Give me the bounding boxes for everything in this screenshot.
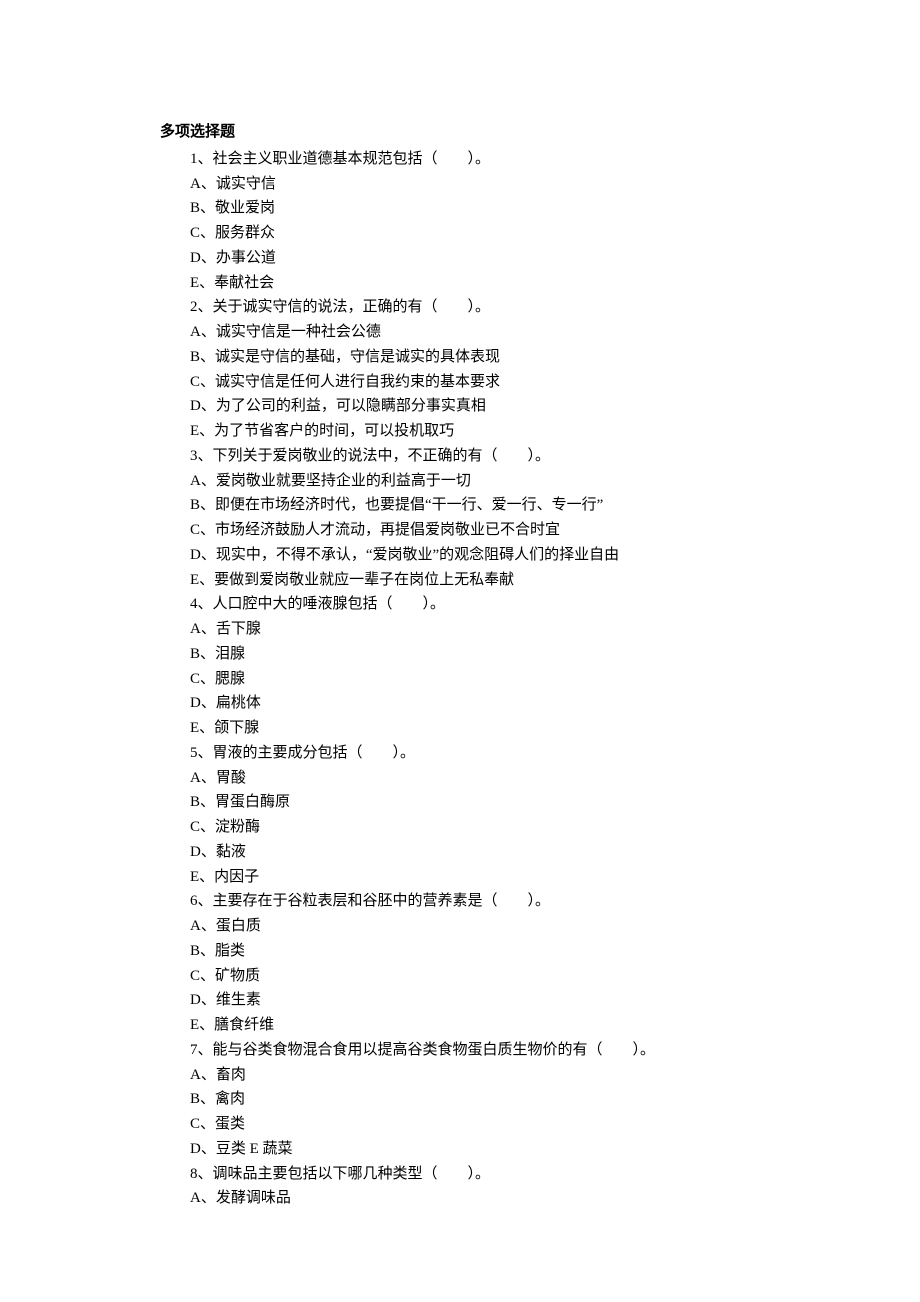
question-stem: 1、社会主义职业道德基本规范包括（ ）。 <box>190 147 760 172</box>
section-title: 多项选择题 <box>160 120 760 145</box>
question-option: E、要做到爱岗敬业就应一辈子在岗位上无私奉献 <box>190 568 760 593</box>
question-option: C、腮腺 <box>190 667 760 692</box>
question-option: D、扁桃体 <box>190 691 760 716</box>
question-stem: 2、关于诚实守信的说法，正确的有（ ）。 <box>190 295 760 320</box>
question-option: B、禽肉 <box>190 1087 760 1112</box>
question-block: 2、关于诚实守信的说法，正确的有（ ）。 A、诚实守信是一种社会公德 B、诚实是… <box>160 295 760 444</box>
question-block: 3、下列关于爱岗敬业的说法中，不正确的有（ ）。 A、爱岗敬业就要坚持企业的利益… <box>160 444 760 593</box>
question-option: B、即便在市场经济时代，也要提倡“干一行、爱一行、专一行” <box>190 493 760 518</box>
question-stem: 6、主要存在于谷粒表层和谷胚中的营养素是（ ）。 <box>190 889 760 914</box>
question-option: A、爱岗敬业就要坚持企业的利益高于一切 <box>190 469 760 494</box>
question-stem: 3、下列关于爱岗敬业的说法中，不正确的有（ ）。 <box>190 444 760 469</box>
question-option: C、矿物质 <box>190 964 760 989</box>
question-option: D、豆类 E 蔬菜 <box>190 1137 760 1162</box>
question-option: E、为了节省客户的时间，可以投机取巧 <box>190 419 760 444</box>
question-block: 8、调味品主要包括以下哪几种类型（ ）。 A、发酵调味品 <box>160 1162 760 1212</box>
question-block: 4、人口腔中大的唾液腺包括（ ）。 A、舌下腺 B、泪腺 C、腮腺 D、扁桃体 … <box>160 592 760 741</box>
question-option: C、蛋类 <box>190 1112 760 1137</box>
question-option: E、膳食纤维 <box>190 1013 760 1038</box>
question-option: E、颌下腺 <box>190 716 760 741</box>
question-block: 5、胃液的主要成分包括（ ）。 A、胃酸 B、胃蛋白酶原 C、淀粉酶 D、黏液 … <box>160 741 760 890</box>
question-stem: 8、调味品主要包括以下哪几种类型（ ）。 <box>190 1162 760 1187</box>
question-block: 1、社会主义职业道德基本规范包括（ ）。 A、诚实守信 B、敬业爱岗 C、服务群… <box>160 147 760 296</box>
question-option: D、黏液 <box>190 840 760 865</box>
question-option: C、淀粉酶 <box>190 815 760 840</box>
question-option: E、奉献社会 <box>190 271 760 296</box>
question-option: B、胃蛋白酶原 <box>190 790 760 815</box>
question-option: B、诚实是守信的基础，守信是诚实的具体表现 <box>190 345 760 370</box>
question-option: C、市场经济鼓励人才流动，再提倡爱岗敬业已不合时宜 <box>190 518 760 543</box>
question-option: A、畜肉 <box>190 1063 760 1088</box>
question-option: B、泪腺 <box>190 642 760 667</box>
question-option: D、现实中，不得不承认，“爱岗敬业”的观念阻碍人们的择业自由 <box>190 543 760 568</box>
question-option: A、舌下腺 <box>190 617 760 642</box>
question-option: C、诚实守信是任何人进行自我约束的基本要求 <box>190 370 760 395</box>
question-option: C、服务群众 <box>190 221 760 246</box>
question-stem: 4、人口腔中大的唾液腺包括（ ）。 <box>190 592 760 617</box>
question-stem: 5、胃液的主要成分包括（ ）。 <box>190 741 760 766</box>
question-option: E、内因子 <box>190 865 760 890</box>
question-option: A、诚实守信是一种社会公德 <box>190 320 760 345</box>
question-option: A、发酵调味品 <box>190 1186 760 1211</box>
question-block: 6、主要存在于谷粒表层和谷胚中的营养素是（ ）。 A、蛋白质 B、脂类 C、矿物… <box>160 889 760 1038</box>
question-option: D、为了公司的利益，可以隐瞒部分事实真相 <box>190 394 760 419</box>
question-option: B、敬业爱岗 <box>190 196 760 221</box>
question-block: 7、能与谷类食物混合食用以提高谷类食物蛋白质生物价的有（ ）。 A、畜肉 B、禽… <box>160 1038 760 1162</box>
question-option: A、诚实守信 <box>190 172 760 197</box>
question-option: A、胃酸 <box>190 766 760 791</box>
question-option: D、办事公道 <box>190 246 760 271</box>
question-stem: 7、能与谷类食物混合食用以提高谷类食物蛋白质生物价的有（ ）。 <box>190 1038 760 1063</box>
question-option: D、维生素 <box>190 988 760 1013</box>
question-option: B、脂类 <box>190 939 760 964</box>
question-option: A、蛋白质 <box>190 914 760 939</box>
